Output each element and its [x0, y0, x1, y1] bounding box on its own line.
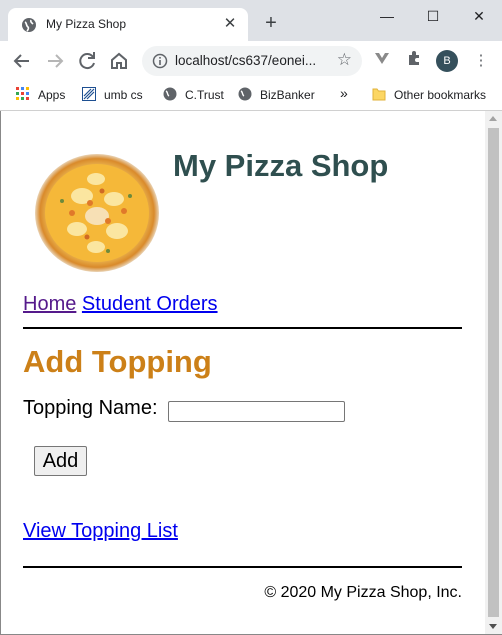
scroll-down-arrow-icon[interactable]: [489, 624, 497, 629]
bookmarks-overflow-chevron[interactable]: »: [340, 85, 348, 101]
nav-home-link[interactable]: Home: [23, 293, 76, 315]
home-icon[interactable]: [107, 49, 131, 73]
globe-icon: [163, 87, 177, 101]
menu-kebab-icon[interactable]: ⋮: [470, 50, 492, 72]
profile-avatar[interactable]: B: [436, 50, 458, 72]
extensions-puzzle-icon[interactable]: [403, 50, 425, 72]
info-icon[interactable]: [152, 53, 168, 69]
umb-logo-icon: [82, 87, 96, 101]
bookmark-bizbanker-label: BizBanker: [260, 88, 315, 102]
tab-title: My Pizza Shop: [46, 17, 127, 31]
reload-icon[interactable]: [75, 49, 99, 73]
forward-arrow-icon[interactable]: [43, 49, 67, 73]
vue-devtools-extension-icon[interactable]: [371, 50, 393, 72]
footer-copyright: © 2020 My Pizza Shop, Inc.: [264, 584, 462, 601]
back-arrow-icon[interactable]: [10, 49, 34, 73]
bookmark-apps[interactable]: Apps: [16, 87, 65, 102]
add-topping-button[interactable]: Add: [34, 446, 87, 476]
bookmark-star-icon[interactable]: ☆: [337, 50, 352, 70]
footer-divider: [23, 566, 462, 568]
view-topping-list-link[interactable]: View Topping List: [23, 520, 178, 543]
tab-strip: My Pizza Shop ✕ + — ☐ ✕: [0, 0, 502, 41]
address-toolbar: localhost/cs637/eonei... ☆ B ⋮: [0, 41, 502, 81]
vertical-scrollbar[interactable]: [485, 111, 502, 634]
bookmark-other[interactable]: Other bookmarks: [372, 87, 486, 102]
minimize-button[interactable]: —: [364, 2, 410, 30]
bookmark-other-label: Other bookmarks: [394, 88, 487, 102]
scroll-up-arrow-icon[interactable]: [489, 116, 497, 121]
address-bar[interactable]: localhost/cs637/eonei... ☆: [142, 46, 362, 76]
header-divider: [23, 327, 462, 329]
bookmark-ctrust[interactable]: C.Trust: [163, 87, 224, 102]
close-window-button[interactable]: ✕: [456, 2, 502, 30]
close-tab-icon[interactable]: ✕: [220, 14, 240, 34]
bookmark-apps-label: Apps: [38, 88, 66, 102]
topping-name-input[interactable]: [168, 401, 345, 422]
folder-icon: [372, 88, 386, 101]
bookmark-bizbanker[interactable]: BizBanker: [238, 87, 315, 102]
bookmark-umb-cs[interactable]: umb cs: [82, 87, 143, 102]
globe-icon: [22, 18, 36, 32]
globe-icon: [238, 87, 252, 101]
nav-student-orders-link[interactable]: Student Orders: [82, 293, 218, 315]
bookmarks-bar: Apps umb cs C.Trust BizBanker » Other bo…: [0, 81, 502, 111]
maximize-button[interactable]: ☐: [410, 2, 456, 30]
bookmark-ctrust-label: C.Trust: [185, 88, 224, 102]
topping-name-label: Topping Name:: [23, 397, 158, 419]
url-text[interactable]: localhost/cs637/eonei...: [175, 53, 316, 68]
shop-title: My Pizza Shop: [173, 148, 389, 183]
bookmark-umb-label: umb cs: [104, 88, 143, 102]
pizza-logo: [35, 154, 159, 272]
tab-my-pizza-shop[interactable]: My Pizza Shop ✕: [8, 8, 248, 41]
site-nav: Home Student Orders: [23, 293, 218, 316]
new-tab-button[interactable]: +: [260, 12, 282, 34]
browser-chrome: My Pizza Shop ✕ + — ☐ ✕ localhost/cs637/…: [0, 0, 502, 111]
page-heading: Add Topping: [23, 344, 212, 379]
scroll-thumb[interactable]: [488, 128, 499, 617]
apps-grid-icon: [16, 87, 29, 100]
